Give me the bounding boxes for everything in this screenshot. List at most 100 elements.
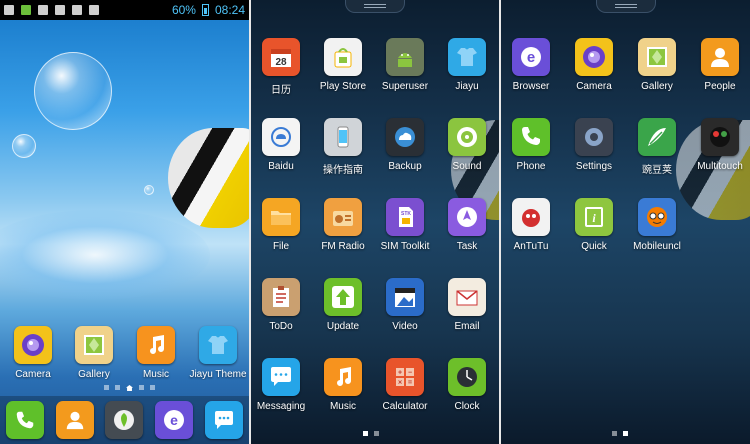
app-people[interactable]: People [687, 38, 750, 92]
app-label: People [704, 81, 736, 92]
svg-text:−: − [408, 370, 412, 377]
gear-icon [575, 118, 613, 156]
app-file[interactable]: File [251, 198, 314, 252]
battery-icon [201, 4, 209, 16]
svg-text:+: + [398, 370, 402, 377]
app-label: 操作指南 [323, 165, 363, 176]
dock: e [0, 396, 249, 444]
app-drawer-page-1: 28 日历 Play Store Superuser Jiayu Baidu 操作指南 Bac… [251, 0, 499, 444]
warning-icon [72, 5, 82, 15]
drawer-handle[interactable] [345, 0, 405, 13]
app-settings[interactable]: Settings [561, 118, 627, 172]
app-label: Task [456, 241, 478, 252]
app-fm-radio[interactable]: FM Radio [310, 198, 376, 252]
wallpaper-water-splash [0, 210, 210, 300]
app-calculator[interactable]: + − × = Calculator [372, 358, 438, 412]
app-camera[interactable]: Camera [561, 38, 627, 92]
app-backup[interactable]: Backup [372, 118, 438, 172]
calculator-icon: + − × = [386, 358, 424, 396]
app-jiayu[interactable]: Jiayu [434, 38, 499, 92]
svg-text:STK: STK [401, 211, 411, 217]
person-icon[interactable] [55, 401, 94, 439]
app-video[interactable]: Video [372, 278, 438, 332]
app-email[interactable]: Email [434, 278, 499, 332]
page-indicator [363, 431, 379, 436]
app-play-store[interactable]: Play Store [310, 38, 376, 92]
android-robot-icon [386, 38, 424, 76]
app-label: Jiayu [455, 81, 479, 92]
page-dot [104, 385, 109, 390]
app-label: Jiayu Theme [189, 369, 247, 380]
app-mobileuncl[interactable]: Mobileuncl [624, 198, 690, 252]
clapper-icon [386, 278, 424, 316]
app-豌豆荚[interactable]: 豌豆荚 [624, 118, 690, 176]
shirt-icon [199, 326, 237, 364]
app-gallery[interactable]: Gallery [61, 326, 127, 380]
app-gallery[interactable]: Gallery [624, 38, 690, 92]
app-antutu[interactable]: AnTuTu [501, 198, 564, 252]
page-dot [139, 385, 144, 390]
battery-saver-icon [21, 5, 31, 15]
wallpaper-fish [168, 128, 249, 228]
app-baidu[interactable]: Baidu [251, 118, 314, 172]
app-jiayu-theme[interactable]: Jiayu Theme [185, 326, 249, 380]
app-browser[interactable]: e Browser [501, 38, 564, 92]
app-label: File [272, 241, 290, 252]
app-label: Backup [388, 161, 422, 172]
browser-e-icon[interactable]: e [155, 401, 194, 439]
page-indicator [104, 385, 155, 391]
chat-bubble-icon [262, 358, 300, 396]
music-note-icon [137, 326, 175, 364]
app-label: Baidu [268, 161, 294, 172]
clock-time: 08:24 [214, 3, 245, 17]
wallpaper-bubble-small [12, 134, 36, 158]
android-icon [89, 5, 99, 15]
app-label: Video [392, 321, 418, 332]
phone-icon[interactable] [5, 401, 44, 439]
app-superuser[interactable]: Superuser [372, 38, 438, 92]
app-label: Messaging [256, 401, 306, 412]
camera-lens-icon [14, 326, 52, 364]
app-music[interactable]: Music [123, 326, 189, 380]
gallery-leaf-icon [75, 326, 113, 364]
browser-e-icon: e [512, 38, 550, 76]
app-clock[interactable]: Clock [434, 358, 499, 412]
app-music[interactable]: Music [310, 358, 376, 412]
page-dot [612, 431, 617, 436]
app-操作指南[interactable]: 操作指南 [310, 118, 376, 176]
app-label: Music [329, 401, 357, 412]
home-screen-panel: 60% 08:24 Camera Gallery Music Jiayu The… [0, 0, 249, 444]
app-multitouch[interactable]: Multitouch [687, 118, 750, 172]
antutu-icon [512, 198, 550, 236]
app-label: Calculator [382, 401, 428, 412]
shirt-icon [448, 38, 486, 76]
page-dot-active [623, 431, 628, 436]
app-camera[interactable]: Camera [0, 326, 66, 380]
app-todo[interactable]: ToDo [251, 278, 314, 332]
svg-text:e: e [170, 412, 178, 428]
app-sim-toolkit[interactable]: STK SIM Toolkit [372, 198, 438, 252]
app-label: Superuser [381, 81, 429, 92]
app-label: Browser [512, 81, 550, 92]
app-task[interactable]: Task [434, 198, 499, 252]
app-phone[interactable]: Phone [501, 118, 564, 172]
camera-lens-icon [575, 38, 613, 76]
drawer-handle[interactable] [595, 0, 656, 13]
leaf-logo-icon[interactable] [105, 401, 144, 439]
app-label: Gallery [78, 369, 110, 380]
app-update[interactable]: Update [310, 278, 376, 332]
app-drawer-page-2: e Browser Camera Gallery People Phone Settings… [501, 0, 750, 444]
gallery-leaf-icon [638, 38, 676, 76]
app-sound[interactable]: Sound [434, 118, 499, 172]
chat-bubble-icon[interactable] [205, 401, 244, 439]
app-日历[interactable]: 28 日历 [251, 38, 314, 96]
status-bar[interactable]: 60% 08:24 [0, 0, 249, 20]
svg-text:28: 28 [275, 57, 287, 68]
svg-text:e: e [527, 49, 535, 66]
battery-percent: 60% [171, 3, 196, 17]
phone-guide-icon [324, 118, 362, 156]
page-dot [115, 385, 120, 390]
app-quick[interactable]: i Quick [561, 198, 627, 252]
app-messaging[interactable]: Messaging [251, 358, 314, 412]
app-label: Camera [576, 81, 612, 92]
